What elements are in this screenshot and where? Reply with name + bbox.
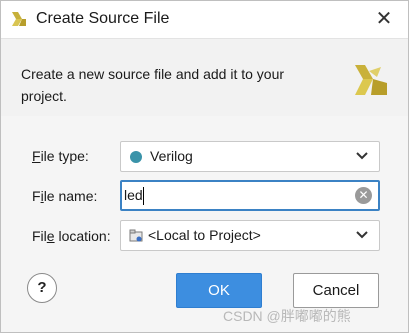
file-name-label: File name:	[32, 188, 98, 204]
clear-icon[interactable]: ✕	[355, 187, 372, 204]
vivado-app-icon	[12, 12, 26, 26]
dialog-header: Create a new source file and add it to y…	[1, 39, 408, 116]
vivado-logo-icon	[355, 65, 387, 95]
file-name-value: led	[124, 187, 143, 203]
file-location-label: File location:	[32, 228, 111, 244]
file-type-select[interactable]: Verilog	[120, 141, 380, 172]
file-type-value: Verilog	[150, 148, 193, 164]
verilog-type-icon	[130, 151, 142, 163]
file-location-select[interactable]: <Local to Project>	[120, 220, 380, 251]
folder-icon	[129, 229, 143, 242]
dialog-description: Create a new source file and add it to y…	[21, 66, 285, 104]
close-icon[interactable]: ✕	[374, 7, 394, 31]
ok-button[interactable]: OK	[176, 273, 262, 308]
chevron-down-icon[interactable]	[355, 228, 369, 242]
chevron-down-icon[interactable]	[355, 149, 369, 163]
title-bar: Create Source File ✕	[1, 1, 408, 38]
cancel-button[interactable]: Cancel	[293, 273, 379, 308]
help-button[interactable]: ?	[27, 273, 57, 303]
file-location-value: <Local to Project>	[148, 227, 261, 243]
file-type-label: File type:	[32, 148, 89, 164]
text-caret	[143, 187, 144, 205]
window-title: Create Source File	[36, 10, 170, 27]
create-source-file-dialog: Create Source File ✕ Create a new source…	[0, 0, 409, 333]
watermark: CSDN @胖嘟嘟的熊	[223, 308, 351, 324]
file-name-input[interactable]: led ✕	[120, 180, 380, 211]
